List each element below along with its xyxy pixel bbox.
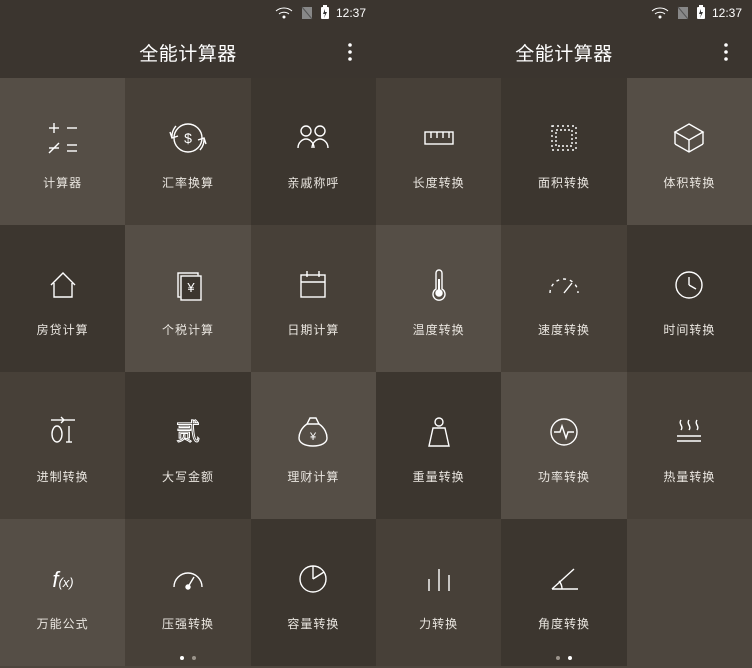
tile-label: 万能公式 — [37, 615, 89, 632]
app-title: 全能计算器 — [139, 39, 237, 66]
phone-screen-1: 12:37 全能计算器 长度转换 面积转换 体积转换 — [376, 0, 752, 668]
page-dot — [556, 656, 560, 660]
wifi-icon — [650, 5, 670, 21]
battery-icon — [320, 4, 330, 22]
tile-house[interactable]: 房贷计算 — [0, 225, 125, 372]
tile-fx[interactable]: 万能公式 — [0, 519, 125, 666]
page-indicator — [0, 656, 376, 660]
tile-label: 速度转换 — [538, 321, 590, 338]
money-bag-icon — [293, 412, 333, 452]
page-dot — [180, 656, 184, 660]
status-bar: 12:37 — [376, 0, 752, 26]
cn-numeral-icon — [168, 412, 208, 452]
page-dot — [192, 656, 196, 660]
tile-calc-ops[interactable]: 计算器 — [0, 78, 125, 225]
house-icon — [43, 265, 83, 305]
tax-doc-icon — [168, 265, 208, 305]
tile-label: 计算器 — [43, 174, 82, 191]
tile-label: 时间转换 — [663, 321, 715, 338]
tile-angle[interactable]: 角度转换 — [501, 519, 626, 666]
tile-label: 功率转换 — [538, 468, 590, 485]
tile-label: 大写金额 — [162, 468, 214, 485]
tile-grid: 计算器 汇率换算 亲戚称呼 房贷计算 个税计算 — [0, 78, 376, 666]
tile-clock[interactable]: 时间转换 — [627, 225, 752, 372]
tile-tax-doc[interactable]: 个税计算 — [125, 225, 250, 372]
tile-calendar[interactable]: 日期计算 — [251, 225, 376, 372]
tile-cube[interactable]: 体积转换 — [627, 78, 752, 225]
tile-heat[interactable]: 热量转换 — [627, 372, 752, 519]
overflow-menu-button[interactable] — [338, 26, 362, 78]
tile-label: 压强转换 — [162, 615, 214, 632]
page-indicator — [376, 656, 752, 660]
tile-speed[interactable]: 速度转换 — [501, 225, 626, 372]
tile-ruler[interactable]: 长度转换 — [376, 78, 501, 225]
tile-bars[interactable]: 力转换 — [376, 519, 501, 666]
heat-icon — [669, 412, 709, 452]
sim-icon — [300, 5, 314, 21]
tile-label: 个税计算 — [162, 321, 214, 338]
tile-label: 长度转换 — [413, 174, 465, 191]
app-title: 全能计算器 — [515, 39, 613, 66]
tile-cn-numeral[interactable]: 大写金额 — [125, 372, 250, 519]
overflow-menu-button[interactable] — [714, 26, 738, 78]
title-bar: 全能计算器 — [0, 26, 376, 78]
ruler-icon — [419, 118, 459, 158]
tile-label: 面积转换 — [538, 174, 590, 191]
gauge-icon — [168, 559, 208, 599]
area-icon — [544, 118, 584, 158]
status-time: 12:37 — [712, 6, 742, 20]
battery-icon — [696, 4, 706, 22]
angle-icon — [544, 559, 584, 599]
tile-label: 体积转换 — [663, 174, 715, 191]
speed-icon — [544, 265, 584, 305]
title-bar: 全能计算器 — [376, 26, 752, 78]
calendar-icon — [293, 265, 333, 305]
page-dot — [568, 656, 572, 660]
fx-icon — [43, 559, 83, 599]
tile-label: 进制转换 — [37, 468, 89, 485]
tile-label: 力转换 — [419, 615, 458, 632]
tile-label: 日期计算 — [287, 321, 339, 338]
tile-money-bag[interactable]: 理财计算 — [251, 372, 376, 519]
tile-label: 汇率换算 — [162, 174, 214, 191]
tile-area[interactable]: 面积转换 — [501, 78, 626, 225]
tile-binary[interactable]: 进制转换 — [0, 372, 125, 519]
clock-icon — [669, 265, 709, 305]
tile-label: 容量转换 — [287, 615, 339, 632]
status-bar: 12:37 — [0, 0, 376, 26]
tile-pulse[interactable]: 功率转换 — [501, 372, 626, 519]
weight-icon — [419, 412, 459, 452]
thermo-icon — [419, 265, 459, 305]
cube-icon — [669, 118, 709, 158]
tile-currency[interactable]: 汇率换算 — [125, 78, 250, 225]
pulse-icon — [544, 412, 584, 452]
tile-label: 重量转换 — [413, 468, 465, 485]
tile-pie[interactable]: 容量转换 — [251, 519, 376, 666]
wifi-icon — [274, 5, 294, 21]
tile-label: 理财计算 — [287, 468, 339, 485]
tile-label: 房贷计算 — [37, 321, 89, 338]
tile-label: 热量转换 — [663, 468, 715, 485]
tile-thermo[interactable]: 温度转换 — [376, 225, 501, 372]
bars-icon — [419, 559, 459, 599]
status-time: 12:37 — [336, 6, 366, 20]
tile-grid: 长度转换 面积转换 体积转换 温度转换 速度转换 — [376, 78, 752, 666]
tile-weight[interactable]: 重量转换 — [376, 372, 501, 519]
relatives-icon — [293, 118, 333, 158]
tile-label: 亲戚称呼 — [287, 174, 339, 191]
tile-label: 角度转换 — [538, 615, 590, 632]
currency-icon — [168, 118, 208, 158]
binary-icon — [43, 412, 83, 452]
tile-label: 温度转换 — [413, 321, 465, 338]
tile-gauge[interactable]: 压强转换 — [125, 519, 250, 666]
calc-ops-icon — [43, 118, 83, 158]
sim-icon — [676, 5, 690, 21]
pie-icon — [293, 559, 333, 599]
tile-relatives[interactable]: 亲戚称呼 — [251, 78, 376, 225]
phone-screen-0: 12:37 全能计算器 计算器 汇率换算 亲戚称呼 — [0, 0, 376, 668]
